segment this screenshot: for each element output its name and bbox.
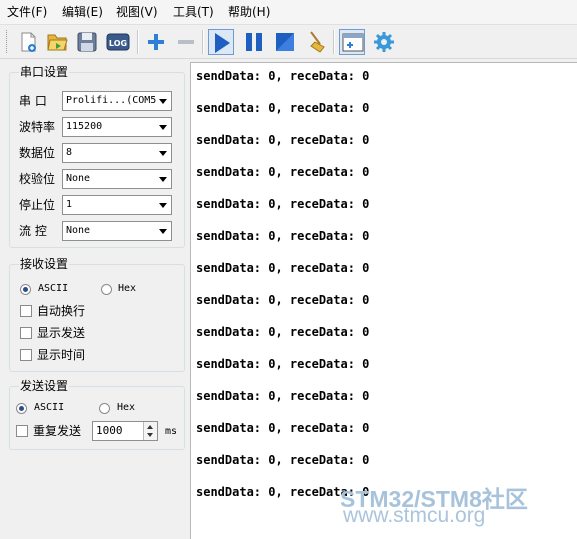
parity-value: None	[66, 173, 91, 184]
auto-wrap-checkbox[interactable]	[20, 305, 32, 317]
interval-unit: ms	[165, 426, 178, 437]
menu-tools[interactable]: 工具(T)	[173, 4, 214, 20]
baud-rate-value: 115200	[66, 121, 103, 132]
parity-select[interactable]: None	[62, 169, 172, 189]
receive-output-area[interactable]: sendData: 0, receData: 0 sendData: 0, rec…	[190, 62, 577, 539]
toolbar-grip	[6, 30, 10, 53]
receive-line: sendData: 0, receData: 0	[196, 293, 370, 307]
baud-rate-select[interactable]: 115200	[62, 117, 172, 137]
menu-bar: 文件(F) 编辑(E) 视图(V) 工具(T) 帮助(H)	[0, 0, 577, 25]
chevron-down-icon	[159, 125, 167, 130]
receive-line: sendData: 0, receData: 0	[196, 389, 370, 403]
send-hex-label: Hex	[117, 402, 136, 413]
receive-line: sendData: 0, receData: 0	[196, 421, 370, 435]
receive-settings-group: 接收设置 ASCII Hex 自动换行 显示发送 显示时间	[9, 256, 185, 372]
repeat-send-checkbox[interactable]	[16, 425, 28, 437]
receive-ascii-label: ASCII	[38, 283, 69, 294]
toolbar-separator	[137, 30, 139, 54]
interval-value: 1000	[96, 424, 123, 437]
data-bits-value: 8	[66, 147, 73, 158]
flow-control-value: None	[66, 225, 91, 236]
menu-help[interactable]: 帮助(H)	[228, 4, 270, 20]
play-icon[interactable]	[208, 29, 234, 55]
save-icon[interactable]	[74, 29, 100, 55]
stop-bits-label: 停止位	[19, 198, 56, 212]
send-hex-radio[interactable]	[99, 403, 110, 414]
pause-icon[interactable]	[241, 29, 267, 55]
port-select[interactable]: Prolifi...(COM5	[62, 91, 172, 111]
receive-line: sendData: 0, receData: 0	[196, 165, 370, 179]
receive-line: sendData: 0, receData: 0	[196, 229, 370, 243]
receive-hex-radio[interactable]	[101, 284, 112, 295]
receive-hex-label: Hex	[118, 283, 137, 294]
stepper-buttons	[143, 422, 157, 440]
data-bits-label: 数据位	[19, 146, 56, 160]
add-icon[interactable]	[143, 29, 169, 55]
show-send-label: 显示发送	[37, 326, 86, 340]
port-label: 串 口	[19, 94, 47, 108]
receive-line: sendData: 0, receData: 0	[196, 101, 370, 115]
receive-settings-title: 接收设置	[19, 256, 70, 272]
chevron-up-icon[interactable]	[147, 425, 153, 429]
show-time-label: 显示时间	[37, 348, 86, 362]
send-ascii-radio[interactable]	[16, 403, 27, 414]
remove-icon[interactable]	[173, 29, 199, 55]
chevron-down-icon	[159, 151, 167, 156]
port-value: Prolifi...(COM5	[66, 95, 156, 106]
chevron-down-icon	[159, 177, 167, 182]
receive-line: sendData: 0, receData: 0	[196, 69, 370, 83]
open-folder-icon[interactable]	[44, 29, 70, 55]
receive-line: sendData: 0, receData: 0	[196, 133, 370, 147]
receive-ascii-radio[interactable]	[20, 284, 31, 295]
auto-wrap-label: 自动换行	[37, 304, 86, 318]
stop-bits-select[interactable]: 1	[62, 195, 172, 215]
stop-bits-value: 1	[66, 199, 73, 210]
send-settings-group: 发送设置 ASCII Hex 重复发送 1000 ms	[9, 378, 185, 450]
serial-settings-title: 串口设置	[19, 64, 70, 80]
flow-control-select[interactable]: None	[62, 221, 172, 241]
new-file-icon[interactable]	[15, 29, 41, 55]
chevron-down-icon	[159, 229, 167, 234]
menu-edit[interactable]: 编辑(E)	[62, 4, 103, 20]
receive-line: sendData: 0, receData: 0	[196, 197, 370, 211]
toolbar: LOG	[0, 25, 577, 59]
receive-line: sendData: 0, receData: 0	[196, 261, 370, 275]
receive-line: sendData: 0, receData: 0	[196, 357, 370, 371]
repeat-send-label: 重复发送	[33, 424, 82, 438]
interval-stepper[interactable]: 1000	[92, 421, 158, 441]
show-send-checkbox[interactable]	[20, 327, 32, 339]
parity-label: 校验位	[19, 172, 56, 186]
log-icon-label: LOG	[109, 39, 127, 48]
chevron-down-icon[interactable]	[147, 433, 153, 437]
menu-file[interactable]: 文件(F)	[7, 4, 47, 20]
send-ascii-label: ASCII	[34, 402, 65, 413]
menu-view[interactable]: 视图(V)	[116, 4, 158, 20]
baud-rate-label: 波特率	[19, 120, 56, 134]
flow-control-label: 流 控	[19, 224, 47, 238]
receive-line: sendData: 0, receData: 0	[196, 325, 370, 339]
chevron-down-icon	[159, 99, 167, 104]
clear-broom-icon[interactable]	[303, 29, 329, 55]
log-icon[interactable]: LOG	[105, 29, 131, 55]
chevron-down-icon	[159, 203, 167, 208]
settings-gear-icon[interactable]	[371, 29, 397, 55]
serial-settings-group: 串口设置 串 口 Prolifi...(COM5 波特率 115200 数据位 …	[9, 64, 185, 248]
show-time-checkbox[interactable]	[20, 349, 32, 361]
watermark-url: www.stmcu.org	[343, 504, 486, 527]
send-settings-title: 发送设置	[19, 378, 70, 394]
window-add-icon[interactable]	[339, 29, 365, 55]
toolbar-separator	[202, 30, 204, 54]
stop-icon[interactable]	[272, 29, 298, 55]
receive-line: sendData: 0, receData: 0	[196, 453, 370, 467]
data-bits-select[interactable]: 8	[62, 143, 172, 163]
toolbar-separator	[333, 30, 335, 54]
